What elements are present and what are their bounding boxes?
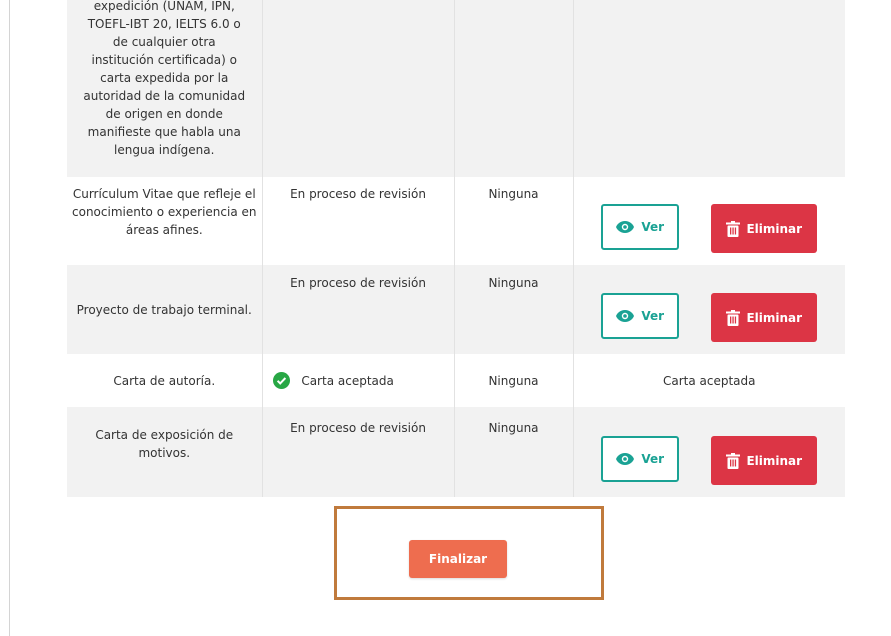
check-circle-icon [272, 372, 290, 390]
delete-label: Eliminar [746, 310, 803, 325]
eye-icon [616, 221, 635, 233]
view-button[interactable]: Ver [601, 293, 680, 339]
delete-button[interactable]: Eliminar [711, 293, 818, 342]
status-text: Carta aceptada [301, 373, 394, 388]
document-name: Carta de autoría. [113, 373, 216, 388]
delete-button[interactable]: Eliminar [711, 204, 818, 253]
view-label: Ver [641, 309, 665, 323]
table-row: Proyecto de trabajo terminal. En proceso… [67, 265, 845, 354]
eye-icon [616, 310, 635, 322]
finish-button[interactable]: Finalizar [409, 540, 507, 578]
table-row: Carta de autoría. Carta aceptada Ninguna… [67, 354, 845, 407]
document-name: Currículum Vitae que refleje el conocimi… [72, 187, 257, 237]
delete-label: Eliminar [746, 221, 803, 236]
left-border [9, 0, 10, 636]
action-status-text: Carta aceptada [662, 373, 756, 388]
observations-text: Ninguna [488, 421, 539, 435]
document-name: Carta de exposición de motivos. [95, 428, 234, 460]
table-row: Carta de exposición de motivos. En proce… [67, 407, 845, 497]
status-text: En proceso de revisión [290, 187, 426, 201]
delete-label: Eliminar [746, 453, 803, 468]
eye-icon [616, 453, 635, 465]
trash-icon [726, 309, 741, 326]
finish-highlight-box: Finalizar [334, 506, 604, 600]
documents-table: expedición (UNAM, IPN, TOEFL-IBT 20, IEL… [67, 0, 845, 497]
trash-icon [726, 452, 741, 469]
table-row: expedición (UNAM, IPN, TOEFL-IBT 20, IEL… [67, 0, 845, 177]
table-row: Currículum Vitae que refleje el conocimi… [67, 177, 845, 265]
view-button[interactable]: Ver [601, 436, 680, 482]
delete-button[interactable]: Eliminar [711, 436, 818, 485]
observations-text: Ninguna [488, 276, 539, 290]
observations-text: Ninguna [488, 373, 539, 388]
view-label: Ver [641, 452, 665, 466]
observations-text: Ninguna [488, 187, 539, 201]
status-text: En proceso de revisión [290, 421, 426, 435]
view-button[interactable]: Ver [601, 204, 680, 250]
trash-icon [726, 220, 741, 237]
document-name: expedición (UNAM, IPN, TOEFL-IBT 20, IEL… [83, 0, 246, 157]
status-text: En proceso de revisión [290, 276, 426, 290]
view-label: Ver [641, 220, 665, 234]
document-name: Proyecto de trabajo terminal. [76, 302, 252, 317]
